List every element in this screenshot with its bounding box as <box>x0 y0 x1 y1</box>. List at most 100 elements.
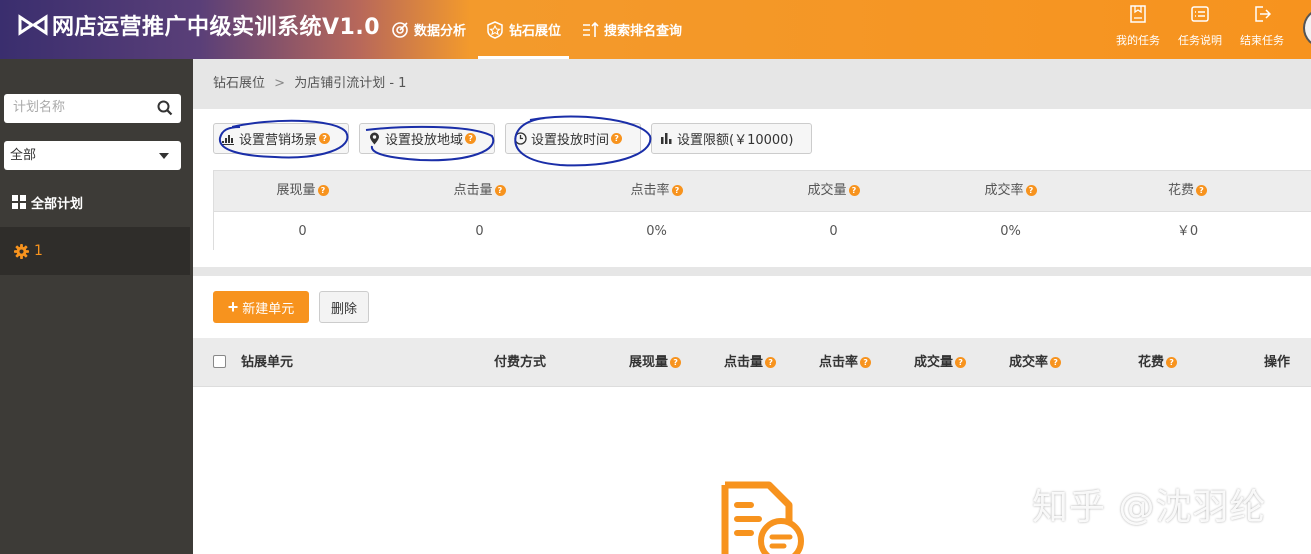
stats-header-cell: 点击率? <box>568 171 745 211</box>
set-region-button[interactable]: 设置投放地域 ? <box>359 123 495 154</box>
unit-table-header: 钻展单元 付费方式 展现量? 点击量? 点击率? 成交量? 成交率? 花费? 操… <box>193 338 1311 387</box>
stats-header-cell: 展现量? <box>214 171 391 211</box>
col-cost: 花费? <box>1138 338 1178 387</box>
col-impressions: 展现量? <box>629 338 682 387</box>
logo-mark-icon <box>18 14 48 36</box>
tool-label: 我的任务 <box>1116 34 1160 47</box>
sidebar-item-plan-1[interactable]: 1 <box>0 227 190 275</box>
breadcrumb-separator: > <box>274 76 286 91</box>
stats-value-cell: 0 <box>298 224 307 239</box>
help-icon[interactable]: ? <box>671 185 683 196</box>
set-budget-limit-button[interactable]: 设置限额(￥10000) <box>651 123 812 154</box>
sidebar: 全部 全部计划 1 <box>0 59 193 554</box>
plan-filter-select[interactable]: 全部 <box>4 141 181 170</box>
col-unit-name: 钻展单元 <box>241 355 294 370</box>
header-tools: 我的任务 任务说明 结束任务 <box>1107 0 1293 59</box>
list-card-icon <box>1191 6 1209 22</box>
nav-label: 数据分析 <box>414 24 467 39</box>
tool-label: 结束任务 <box>1240 34 1284 47</box>
grid-icon <box>12 195 26 209</box>
help-icon[interactable]: ? <box>1166 357 1178 368</box>
stats-value-cell: 0% <box>646 224 667 239</box>
breadcrumb-current: 为店铺引流计划 - 1 <box>294 76 407 91</box>
help-icon[interactable]: ? <box>611 133 623 144</box>
set-marketing-scene-button[interactable]: 设置营销场景 ? <box>213 123 349 154</box>
col-ctr: 点击率? <box>819 338 872 387</box>
stats-header-cell: 成交率? <box>922 171 1099 211</box>
stats-value-cell: 0 <box>829 224 838 239</box>
set-time-button[interactable]: 设置投放时间 ? <box>505 123 641 154</box>
sort-list-icon <box>583 21 599 37</box>
sidebar-item-all-plans[interactable]: 全部计划 <box>12 192 83 212</box>
end-task-button[interactable]: 结束任务 <box>1231 0 1293 59</box>
button-label: 新建单元 <box>242 300 295 316</box>
help-icon[interactable]: ? <box>955 357 967 368</box>
section-divider <box>193 267 1311 276</box>
help-icon[interactable]: ? <box>465 133 477 144</box>
bar-chart-icon <box>661 133 672 144</box>
stats-value-cell: 0 <box>475 224 484 239</box>
nav-label: 钻石展位 <box>509 24 562 39</box>
help-icon[interactable]: ? <box>1196 185 1207 196</box>
nav-label: 搜索排名查询 <box>604 24 683 39</box>
breadcrumb: 钻石展位 > 为店铺引流计划 - 1 <box>193 59 1311 109</box>
help-icon[interactable]: ? <box>1025 185 1037 196</box>
button-label: 设置营销场景 <box>239 133 318 148</box>
help-icon[interactable]: ? <box>1050 357 1062 368</box>
my-tasks-button[interactable]: 我的任务 <box>1107 0 1169 59</box>
tool-label: 任务说明 <box>1178 34 1222 47</box>
stats-value-cell: ￥0 <box>1176 224 1199 239</box>
help-icon[interactable]: ? <box>670 357 682 368</box>
plus-icon: + <box>227 297 239 317</box>
top-header: 网店运营推广中级实训系统V1.0 数据分析 钻石展位 搜索排名查询 我的任务 任… <box>0 0 1311 59</box>
location-pin-icon <box>370 132 379 145</box>
diamond-badge-icon <box>487 20 503 39</box>
nav-search-ranking[interactable]: 搜索排名查询 <box>573 0 690 59</box>
stats-value-cell: 0% <box>1000 224 1021 239</box>
search-icon[interactable] <box>157 100 173 116</box>
sidebar-item-label: 1 <box>34 243 43 259</box>
filter-value: 全部 <box>10 148 37 163</box>
logout-icon <box>1255 6 1272 22</box>
empty-document-icon <box>721 481 804 554</box>
breadcrumb-root[interactable]: 钻石展位 <box>213 76 265 91</box>
task-doc-icon <box>1130 5 1146 23</box>
new-unit-button[interactable]: + 新建单元 <box>213 291 309 323</box>
stats-header-cell: 花费? <box>1099 171 1276 211</box>
help-icon[interactable]: ? <box>860 357 872 368</box>
chevron-down-icon <box>159 153 169 159</box>
clock-icon <box>514 132 527 145</box>
stats-value-row: 0 0 0% 0 0% ￥0 <box>214 211 1311 250</box>
button-label: 设置投放地域 <box>385 133 464 148</box>
main-nav: 数据分析 钻石展位 搜索排名查询 <box>383 0 694 59</box>
help-icon[interactable]: ? <box>765 357 777 368</box>
help-icon[interactable]: ? <box>317 185 329 196</box>
app-logo[interactable]: 网店运营推广中级实训系统V1.0 <box>18 10 380 40</box>
col-clicks: 点击量? <box>724 338 777 387</box>
select-all-checkbox[interactable] <box>213 355 226 368</box>
nav-data-analysis[interactable]: 数据分析 <box>383 0 474 59</box>
watermark: 知乎 @沈羽纶 <box>1032 487 1267 528</box>
help-icon[interactable]: ? <box>319 133 331 144</box>
user-avatar[interactable] <box>1303 8 1311 48</box>
delete-button[interactable]: 删除 <box>319 291 369 323</box>
nav-diamond-booth[interactable]: 钻石展位 <box>478 0 570 59</box>
stats-header-cell: 点击量? <box>391 171 568 211</box>
plan-search-box <box>4 94 181 123</box>
button-label: 设置限额(￥10000) <box>677 133 794 148</box>
stats-header-row: 展现量? 点击量? 点击率? 成交量? 成交率? 花费? <box>214 171 1311 211</box>
stats-header-cell: 成交量? <box>745 171 922 211</box>
gear-icon <box>14 243 29 259</box>
bar-dots-icon <box>222 135 234 145</box>
button-label: 设置投放时间 <box>531 133 610 148</box>
col-orders: 成交量? <box>914 338 967 387</box>
plan-search-input[interactable] <box>4 94 144 121</box>
col-conversion: 成交率? <box>1009 338 1062 387</box>
col-actions: 操作 <box>1264 355 1291 370</box>
task-description-button[interactable]: 任务说明 <box>1169 0 1231 59</box>
target-icon <box>392 21 408 38</box>
app-title: 网店运营推广中级实训系统V1.0 <box>52 15 380 40</box>
help-icon[interactable]: ? <box>494 185 506 196</box>
plan-stats-table: 展现量? 点击量? 点击率? 成交量? 成交率? 花费? 0 0 0% 0 0%… <box>213 170 1311 250</box>
help-icon[interactable]: ? <box>848 185 860 196</box>
